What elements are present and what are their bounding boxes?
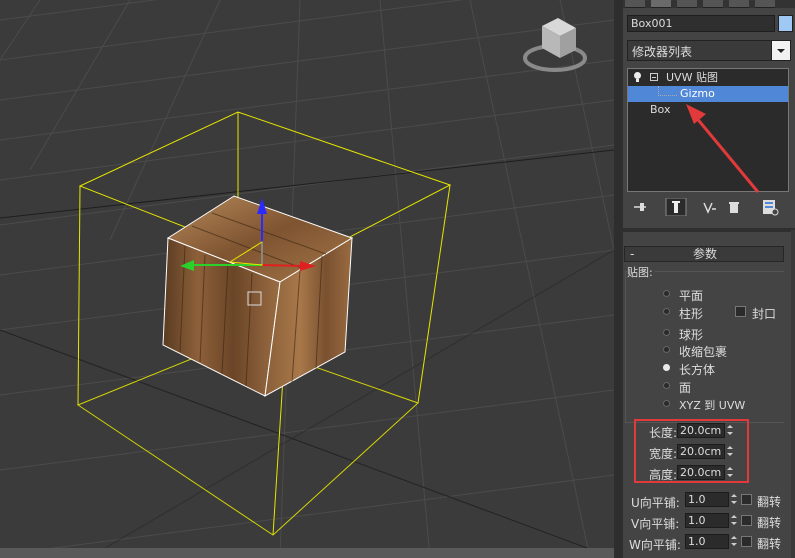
- annotation-arrow: [686, 104, 760, 193]
